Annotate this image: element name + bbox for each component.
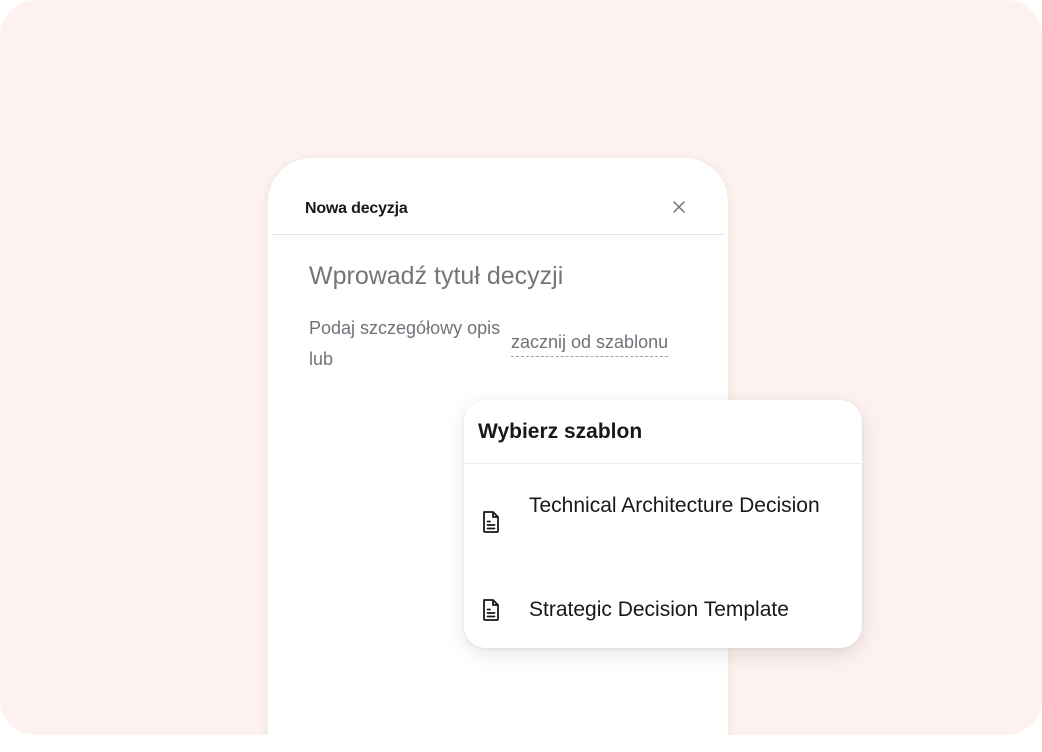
template-picker-title: Wybierz szablon <box>478 420 643 443</box>
document-icon <box>483 599 499 621</box>
template-option-label: Technical Architecture Decision <box>529 494 820 517</box>
template-option-label: Strategic Decision Template <box>529 598 789 621</box>
dialog-header: Nowa decyzja <box>272 158 724 235</box>
template-option-technical-architecture[interactable]: Technical Architecture Decision <box>464 490 862 554</box>
dialog-title: Nowa decyzja <box>305 200 408 217</box>
decision-title-input[interactable] <box>309 262 689 291</box>
start-from-template-link[interactable]: zacznij od szablonu <box>511 332 669 357</box>
document-icon <box>483 511 499 533</box>
close-icon <box>673 201 685 213</box>
divider <box>464 463 862 464</box>
close-button[interactable] <box>668 196 690 218</box>
template-option-strategic-decision[interactable]: Strategic Decision Template <box>464 592 862 628</box>
template-picker-popover: Wybierz szablon Technical Architecture D… <box>464 400 862 648</box>
background-canvas: Nowa decyzja Podaj szczegółowy opis lub … <box>0 0 1042 735</box>
description-prompt[interactable]: Podaj szczegółowy opis lub <box>309 313 509 375</box>
